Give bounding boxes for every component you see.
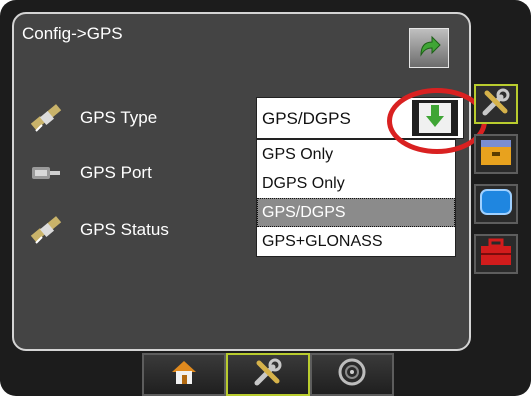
gps-type-value: GPS/DGPS (262, 109, 351, 128)
gps-type-options: GPS Only DGPS Only GPS/DGPS GPS+GLONASS (256, 139, 456, 257)
bottom-tab-bar (142, 353, 394, 396)
side-tab-data[interactable] (474, 134, 518, 174)
toolbox-icon (479, 237, 513, 272)
setting-gps-type: GPS Type (30, 101, 157, 135)
back-arrow-icon (417, 35, 441, 62)
option-dgps-only[interactable]: DGPS Only (257, 169, 455, 198)
screen-icon (479, 188, 513, 221)
side-tab-display[interactable] (474, 184, 518, 224)
side-tab-tools[interactable] (474, 84, 518, 124)
bottom-tab-home[interactable] (142, 353, 226, 396)
folder-icon (479, 137, 513, 172)
side-tab-toolbox[interactable] (474, 234, 518, 274)
bottom-tab-tools[interactable] (226, 353, 310, 396)
back-button[interactable] (409, 28, 449, 68)
gps-port-label: GPS Port (80, 163, 152, 182)
option-gps-only[interactable]: GPS Only (257, 140, 455, 169)
tools-icon (253, 357, 283, 392)
device-frame: Config->GPS GPS Type GPS Port GPS Status… (0, 0, 531, 396)
option-gps-glonass[interactable]: GPS+GLONASS (257, 227, 455, 256)
gps-type-label: GPS Type (80, 108, 158, 127)
setting-gps-port: GPS Port (30, 156, 152, 190)
option-gps-dgps[interactable]: GPS/DGPS (257, 198, 455, 227)
home-icon (169, 357, 199, 392)
satellite-icon (30, 213, 64, 247)
arrow-down-icon (426, 104, 444, 133)
bottom-tab-gauge[interactable] (310, 353, 394, 396)
dropdown-button[interactable] (412, 100, 458, 136)
gps-connector-icon (30, 156, 64, 190)
gps-status-label: GPS Status (80, 220, 169, 239)
page-title: Config->GPS (22, 24, 123, 43)
tools-icon (481, 87, 511, 122)
setting-gps-status: GPS Status (30, 213, 169, 247)
satellite-icon (30, 101, 64, 135)
gauge-icon (337, 357, 367, 392)
